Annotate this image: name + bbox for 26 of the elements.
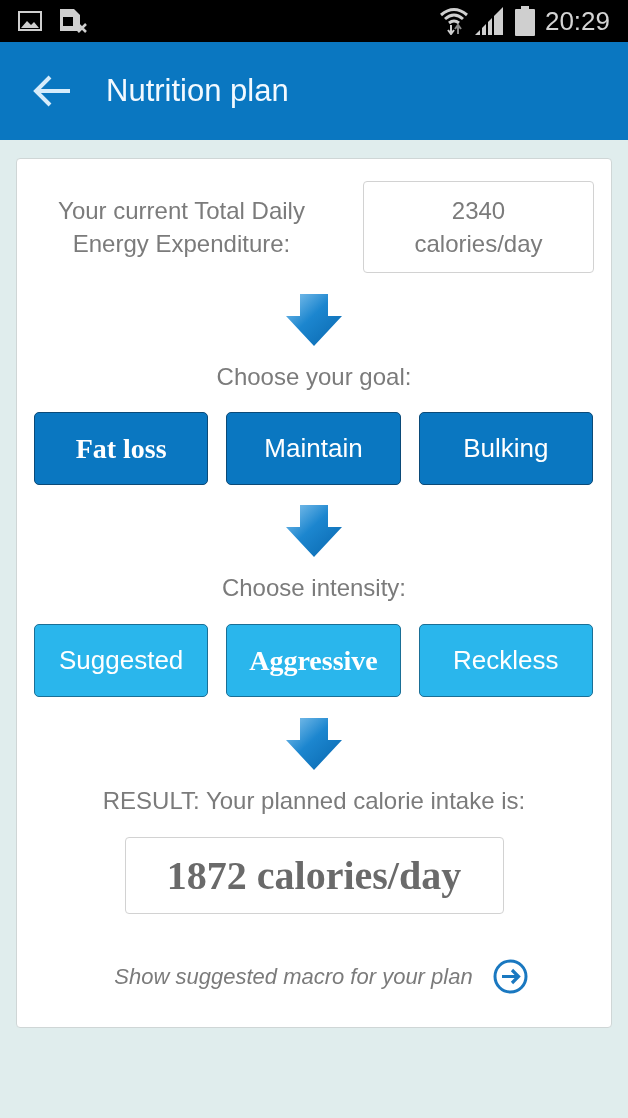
image-icon	[18, 11, 42, 31]
down-arrow-icon	[286, 718, 342, 770]
back-arrow-icon[interactable]	[32, 75, 72, 107]
arrow-circle-icon[interactable]	[492, 959, 528, 994]
result-label: RESULT: Your planned calorie intake is:	[101, 786, 527, 816]
option-button[interactable]: Maintain	[226, 412, 401, 485]
signal-icon	[474, 7, 503, 35]
macro-link[interactable]: Show suggested macro for your plan	[114, 960, 473, 993]
option-button[interactable]: Bulking	[418, 412, 593, 485]
option-button[interactable]: Aggressive	[226, 624, 401, 697]
down-arrow-icon	[286, 505, 342, 557]
intensity-prompt: Choose intensity:	[220, 573, 408, 603]
screen-title: Nutrition plan	[106, 71, 289, 110]
down-arrow-icon	[286, 294, 342, 346]
tdee-unit: calories/day	[414, 229, 543, 259]
goal-prompt: Choose your goal:	[215, 362, 413, 392]
tdee-value: 2340	[451, 196, 506, 226]
option-button[interactable]: Suggested	[34, 624, 209, 697]
option-button[interactable]: Fat loss	[34, 412, 209, 485]
battery-icon	[514, 6, 535, 36]
wifi-icon	[438, 7, 469, 35]
sim-card-x-icon	[58, 8, 88, 34]
option-button[interactable]: Reckless	[418, 624, 593, 697]
status-time: 20:29	[544, 8, 610, 34]
tdee-label: Your current Total Daily Energy Expenditure:	[57, 196, 306, 259]
result-value: 1872 calories/day	[166, 851, 462, 900]
